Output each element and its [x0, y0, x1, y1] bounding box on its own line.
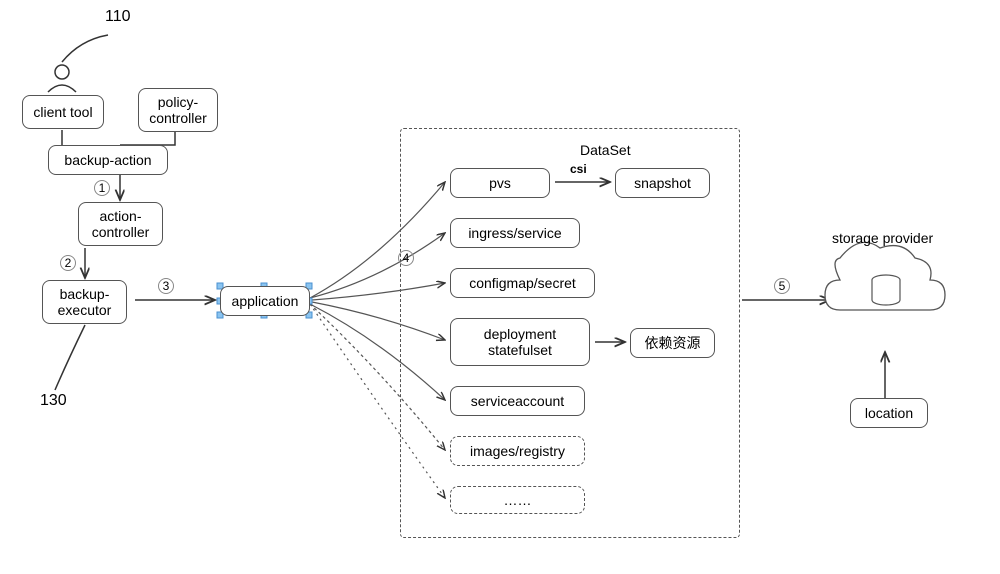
box-serviceaccount: serviceaccount: [450, 386, 585, 416]
box-backup-executor: backup- executor: [42, 280, 127, 324]
box-dependency: 依赖资源: [630, 328, 715, 358]
step-4: 4: [398, 250, 414, 266]
callout-130: 130: [40, 392, 67, 410]
box-configmap-secret: configmap/secret: [450, 268, 595, 298]
box-backup-action: backup-action: [48, 145, 168, 175]
step-5: 5: [774, 278, 790, 294]
callout-110: 110: [105, 8, 131, 26]
box-pvs: pvs: [450, 168, 550, 198]
box-deployment-statefulset: deployment statefulset: [450, 318, 590, 366]
box-action-controller: action- controller: [78, 202, 163, 246]
box-snapshot: snapshot: [615, 168, 710, 198]
box-policy-controller: policy- controller: [138, 88, 218, 132]
box-ingress-service: ingress/service: [450, 218, 580, 248]
label-dataset: DataSet: [580, 142, 631, 158]
label-storage-provider: storage provider: [832, 230, 933, 246]
box-application: application: [220, 286, 310, 316]
box-client-tool: client tool: [22, 95, 104, 129]
step-1: 1: [94, 180, 110, 196]
box-ellipsis: ……: [450, 486, 585, 514]
step-3: 3: [158, 278, 174, 294]
box-images-registry: images/registry: [450, 436, 585, 466]
box-location: location: [850, 398, 928, 428]
label-csi: csi: [570, 162, 587, 176]
step-2: 2: [60, 255, 76, 271]
